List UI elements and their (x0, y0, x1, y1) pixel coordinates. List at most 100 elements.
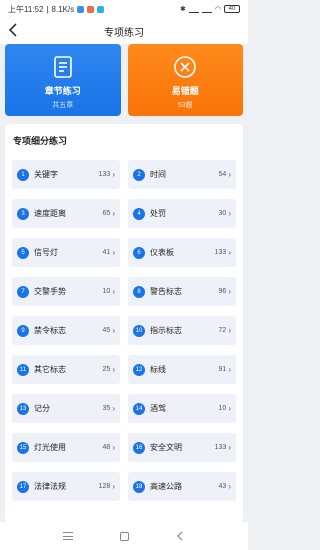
category-item[interactable]: 17 法律法规 128 › (12, 472, 120, 501)
category-label: 酒驾 (150, 404, 166, 413)
category-count: 72 (218, 327, 227, 334)
section-title: 专项细分练习 (13, 136, 68, 146)
chevron-right-icon: › (112, 443, 115, 452)
chevron-right-icon: › (112, 170, 115, 179)
category-count: 43 (218, 483, 227, 490)
chevron-right-icon: › (228, 404, 231, 413)
category-count: 128 (98, 483, 111, 490)
system-back-button[interactable] (173, 529, 187, 543)
category-number-badge: 14 (133, 402, 145, 415)
category-count: 10 (102, 288, 111, 295)
system-nav-bar (0, 522, 248, 550)
category-item[interactable]: 4 处罚 30 › (128, 199, 236, 228)
category-label: 其它标志 (34, 365, 66, 374)
category-item[interactable]: 18 高速公路 43 › (128, 472, 236, 501)
document-icon (50, 54, 76, 80)
category-count: 10 (218, 405, 227, 412)
category-number-badge: 17 (17, 480, 29, 493)
chevron-right-icon: › (112, 365, 115, 374)
category-number-badge: 10 (133, 324, 145, 337)
category-count: 45 (102, 327, 111, 334)
category-item[interactable]: 5 信号灯 41 › (12, 238, 120, 267)
category-count: 25 (102, 366, 111, 373)
wrong-mark-icon (172, 54, 198, 80)
chevron-right-icon: › (228, 326, 231, 335)
category-count: 41 (102, 249, 111, 256)
home-icon (119, 531, 129, 541)
category-label: 关键字 (34, 170, 58, 179)
category-count: 54 (218, 171, 227, 178)
category-item[interactable]: 12 标线 91 › (128, 355, 236, 384)
status-right: ✱ ◠ 40 (180, 5, 240, 13)
chevron-right-icon: › (228, 209, 231, 218)
mistakes-card[interactable]: 易错题 53题 (127, 44, 243, 116)
category-count: 91 (218, 366, 227, 373)
chapter-practice-title: 章节练习 (44, 86, 81, 96)
category-number-badge: 3 (17, 207, 29, 220)
category-count: 133 (214, 249, 227, 256)
category-label: 标线 (150, 365, 166, 374)
category-count: 133 (98, 171, 111, 178)
category-item[interactable]: 1 关键字 133 › (12, 160, 120, 189)
category-number-badge: 8 (133, 285, 145, 298)
chevron-right-icon: › (228, 443, 231, 452)
category-number-badge: 11 (17, 363, 29, 376)
category-count: 48 (102, 444, 111, 451)
category-item[interactable]: 16 安全文明 133 › (128, 433, 236, 462)
chevron-right-icon: › (112, 209, 115, 218)
category-count: 133 (214, 444, 227, 451)
nav-bar: 专项练习 (0, 18, 248, 44)
signal-icon-2 (201, 6, 212, 13)
category-number-badge: 12 (133, 363, 145, 376)
category-label: 警告标志 (150, 287, 182, 296)
chevron-right-icon: › (228, 170, 231, 179)
back-button[interactable] (8, 22, 24, 40)
menu-button[interactable] (61, 529, 75, 543)
category-label: 高速公路 (150, 482, 182, 491)
category-label: 交警手势 (34, 287, 66, 296)
category-label: 速度距离 (34, 209, 66, 218)
category-item[interactable]: 9 禁令标志 45 › (12, 316, 120, 345)
back-arrow-icon (8, 23, 17, 37)
category-item[interactable]: 8 警告标志 96 › (128, 277, 236, 306)
category-label: 处罚 (150, 209, 166, 218)
status-left: 上午11:52 | 8.1K/s (8, 4, 105, 15)
status-separator: | (46, 4, 49, 14)
category-item[interactable]: 14 酒驾 10 › (128, 394, 236, 423)
category-item[interactable]: 11 其它标志 25 › (12, 355, 120, 384)
category-number-badge: 2 (133, 168, 145, 181)
chevron-right-icon: › (228, 287, 231, 296)
chevron-right-icon: › (112, 326, 115, 335)
category-item[interactable]: 15 灯光使用 48 › (12, 433, 120, 462)
category-number-badge: 9 (17, 324, 29, 337)
chevron-right-icon: › (112, 287, 115, 296)
category-label: 仪表板 (150, 248, 174, 257)
chevron-right-icon: › (112, 404, 115, 413)
bluetooth-icon: ✱ (180, 6, 186, 13)
category-label: 时间 (150, 170, 166, 179)
chevron-right-icon: › (112, 248, 115, 257)
category-grid: 1 关键字 133 › 2 时间 54 › 3 速度距离 65 › 4 处罚 30 › 5 信号灯 41 › 6 仪表板 1… (12, 160, 236, 501)
category-label: 安全文明 (150, 443, 182, 452)
category-number-badge: 13 (17, 402, 29, 415)
category-number-badge: 15 (17, 441, 29, 454)
category-label: 信号灯 (34, 248, 58, 257)
category-item[interactable]: 6 仪表板 133 › (128, 238, 236, 267)
chevron-right-icon: › (228, 365, 231, 374)
top-cards: 章节练习 共五章 易错题 53题 (5, 44, 243, 116)
home-button[interactable] (117, 529, 131, 543)
category-item[interactable]: 10 指示标志 72 › (128, 316, 236, 345)
category-number-badge: 18 (133, 480, 145, 493)
category-item[interactable]: 13 记分 35 › (12, 394, 120, 423)
chevron-right-icon: › (228, 248, 231, 257)
category-item[interactable]: 2 时间 54 › (128, 160, 236, 189)
category-number-badge: 7 (17, 285, 29, 298)
chapter-practice-card[interactable]: 章节练习 共五章 (5, 44, 121, 116)
category-count: 30 (218, 210, 227, 217)
battery-icon: 40 (224, 5, 240, 13)
chapter-practice-sub: 共五章 (52, 102, 74, 109)
app-notification-icon-2 (97, 5, 105, 13)
category-item[interactable]: 7 交警手势 10 › (12, 277, 120, 306)
category-number-badge: 6 (133, 246, 145, 259)
category-item[interactable]: 3 速度距离 65 › (12, 199, 120, 228)
